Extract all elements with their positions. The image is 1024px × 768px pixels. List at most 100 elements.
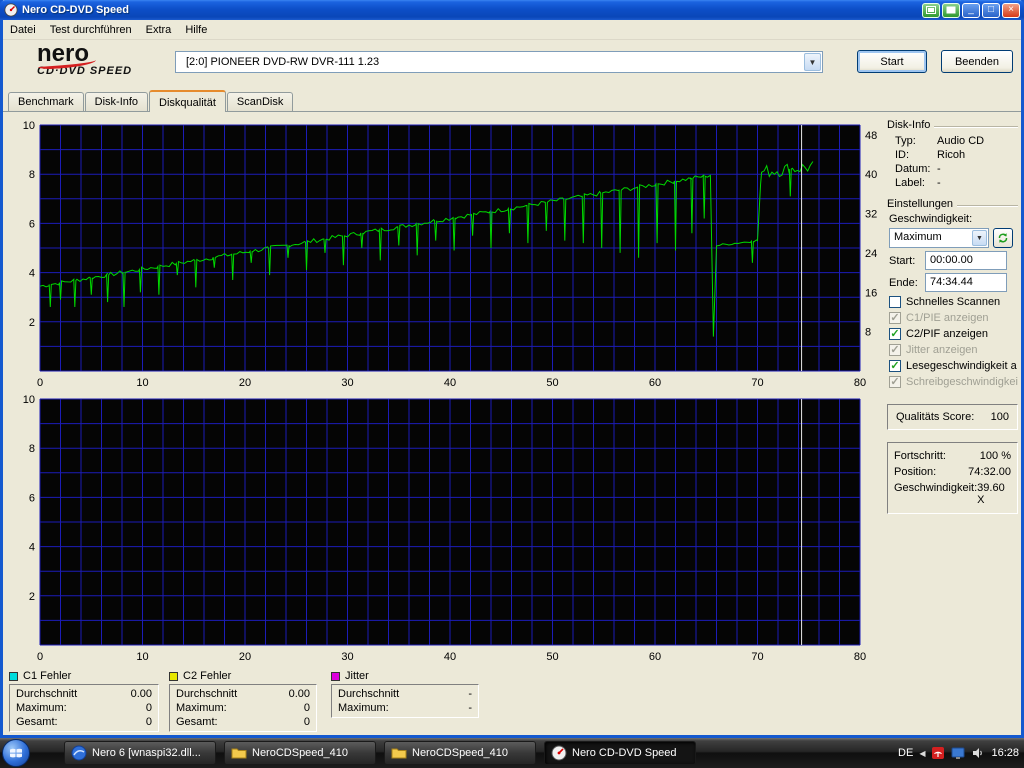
svg-text:16: 16 xyxy=(865,287,877,299)
folder-icon xyxy=(391,745,407,761)
menu-datei[interactable]: Datei xyxy=(3,21,43,39)
disk-label-value: - xyxy=(937,177,941,189)
chevron-down-icon[interactable]: ▼ xyxy=(804,53,821,71)
menu-hilfe[interactable]: Hilfe xyxy=(178,21,214,39)
window-title: Nero CD-DVD Speed xyxy=(22,4,920,16)
svg-text:10: 10 xyxy=(23,120,35,132)
app-tray-icon[interactable] xyxy=(951,746,965,760)
c2-total-value: 0 xyxy=(304,716,310,728)
quality-score-label: Qualitäts Score: xyxy=(896,411,974,423)
refresh-speed-button[interactable] xyxy=(993,228,1013,248)
checkbox-schnelles-scannen[interactable]: ✓ Schnelles Scannen xyxy=(889,296,1018,308)
quality-speed-chart: 0102030405060708024681081624324048 xyxy=(6,119,886,391)
quality-score-box: Qualitäts Score: 100 xyxy=(887,404,1018,430)
menu-test-durchfuehren[interactable]: Test durchführen xyxy=(43,21,139,39)
progress-box: Fortschritt:100 % Position:74:32.00 Gesc… xyxy=(887,442,1018,514)
progress-row: Fortschritt:100 % xyxy=(894,448,1011,464)
scan-end-input[interactable]: 74:34.44 xyxy=(925,273,1007,292)
svg-text:10: 10 xyxy=(136,651,148,663)
system-tray: DE ◀ 16:28 xyxy=(898,738,1019,768)
menu-extra[interactable]: Extra xyxy=(139,21,179,39)
checkbox-schreibgeschwindigkeit[interactable]: ✓ Schreibgeschwindigkei xyxy=(889,376,1018,388)
scan-start-input[interactable]: 00:00.00 xyxy=(925,251,1007,270)
toolbar: nero CD·DVD SPEED [2:0] PIONEER DVD-RW D… xyxy=(3,40,1021,90)
checkbox-c1-pie-anzeigen[interactable]: ✓ C1/PIE anzeigen xyxy=(889,312,1018,324)
svg-text:48: 48 xyxy=(865,130,877,142)
disk-info-row: Datum:- xyxy=(887,162,1018,176)
svg-text:60: 60 xyxy=(649,651,661,663)
progress-row: Position:74:32.00 xyxy=(894,464,1011,480)
tab-strip: Benchmark Disk-Info Diskqualität ScanDis… xyxy=(3,90,1021,111)
start-test-button[interactable]: Start xyxy=(857,50,927,73)
start-menu-button[interactable] xyxy=(2,739,30,767)
jitter-avg-value: - xyxy=(468,688,472,700)
progress-row: Geschwindigkeit:39.60 X xyxy=(894,480,1011,508)
clock[interactable]: 16:28 xyxy=(991,747,1019,759)
maximize-button[interactable]: □ xyxy=(982,3,1000,18)
svg-text:40: 40 xyxy=(444,651,456,663)
jitter-color-swatch xyxy=(331,672,340,681)
svg-text:40: 40 xyxy=(444,377,456,389)
check-icon: ✓ xyxy=(890,312,899,324)
volume-tray-icon[interactable] xyxy=(971,746,985,760)
error-chart: 01020304050607080246810 xyxy=(6,393,886,665)
svg-text:50: 50 xyxy=(546,651,558,663)
disk-info-row: ID:Ricoh xyxy=(887,148,1018,162)
checkbox-c2-pif-anzeigen[interactable]: ✓ C2/PIF anzeigen xyxy=(889,328,1018,340)
svg-text:20: 20 xyxy=(239,651,251,663)
svg-text:80: 80 xyxy=(854,651,866,663)
taskbar: Nero 6 [wnaspi32.dll... NeroCDSpeed_410 … xyxy=(0,738,1024,768)
tab-benchmark[interactable]: Benchmark xyxy=(8,92,84,111)
checkbox-box: ✓ xyxy=(889,376,901,388)
svg-text:6: 6 xyxy=(29,218,35,230)
language-indicator[interactable]: DE xyxy=(898,747,913,759)
checkbox-jitter-anzeigen[interactable]: ✓ Jitter anzeigen xyxy=(889,344,1018,356)
tab-page-diskquality: 0102030405060708024681081624324048 01020… xyxy=(3,111,1021,732)
disk-info-row: Label:- xyxy=(887,176,1018,190)
close-button[interactable]: × xyxy=(1002,3,1020,18)
tab-scandisk[interactable]: ScanDisk xyxy=(227,92,293,111)
checkbox-box: ✓ xyxy=(889,360,901,372)
capture-screen-button[interactable] xyxy=(942,3,960,18)
svg-text:0: 0 xyxy=(37,651,43,663)
capture-window-button[interactable] xyxy=(922,3,940,18)
svg-text:2: 2 xyxy=(29,591,35,603)
capture-screen-icon xyxy=(946,6,956,14)
disk-id-value: Ricoh xyxy=(937,149,965,161)
maximize-icon: □ xyxy=(988,5,994,15)
svg-text:10: 10 xyxy=(136,377,148,389)
taskbar-button-cdspeed-active[interactable]: Nero CD-DVD Speed xyxy=(544,741,696,765)
c1-total-value: 0 xyxy=(146,716,152,728)
nero-app-icon xyxy=(71,745,87,761)
taskbar-button-nerocdspeed-1[interactable]: NeroCDSpeed_410 xyxy=(224,741,376,765)
scan-end-label: Ende: xyxy=(889,277,925,289)
speed-select[interactable]: Maximum ▼ xyxy=(889,228,989,248)
chevron-down-icon[interactable]: ▼ xyxy=(972,230,987,246)
speed-select-value: Maximum xyxy=(894,231,942,243)
svg-text:70: 70 xyxy=(751,651,763,663)
sidebar: Disk-Info Typ:Audio CD ID:Ricoh Datum:- … xyxy=(887,117,1018,514)
svg-text:10: 10 xyxy=(23,394,35,406)
jitter-max-value: - xyxy=(468,702,472,714)
antivirus-tray-icon[interactable] xyxy=(931,746,945,760)
taskbar-button-nero6[interactable]: Nero 6 [wnaspi32.dll... xyxy=(64,741,216,765)
capture-window-icon xyxy=(926,6,936,14)
checkbox-lesegeschwindigkeit[interactable]: ✓ Lesegeschwindigkeit a xyxy=(889,360,1018,372)
tab-disk-info[interactable]: Disk-Info xyxy=(85,92,148,111)
minimize-button[interactable]: _ xyxy=(962,3,980,18)
drive-select[interactable]: [2:0] PIONEER DVD-RW DVR-111 1.23 ▼ xyxy=(175,51,823,73)
quit-button[interactable]: Beenden xyxy=(941,50,1013,73)
check-icon: ✓ xyxy=(890,360,899,372)
c1-color-swatch xyxy=(9,672,18,681)
tab-diskqualitaet[interactable]: Diskqualität xyxy=(149,90,226,112)
speed-label: Geschwindigkeit: xyxy=(889,213,1018,225)
taskbar-button-nerocdspeed-2[interactable]: NeroCDSpeed_410 xyxy=(384,741,536,765)
speed-value: 39.60 X xyxy=(977,482,1011,506)
svg-text:30: 30 xyxy=(341,377,353,389)
position-value: 74:32.00 xyxy=(968,466,1011,478)
checkbox-box: ✓ xyxy=(889,312,901,324)
legend-jitter: Jitter Durchschnitt- Maximum:- xyxy=(331,669,479,718)
tray-chevron-icon[interactable]: ◀ xyxy=(919,749,925,758)
refresh-icon xyxy=(997,232,1009,244)
titlebar[interactable]: Nero CD-DVD Speed _ □ × xyxy=(0,0,1024,20)
